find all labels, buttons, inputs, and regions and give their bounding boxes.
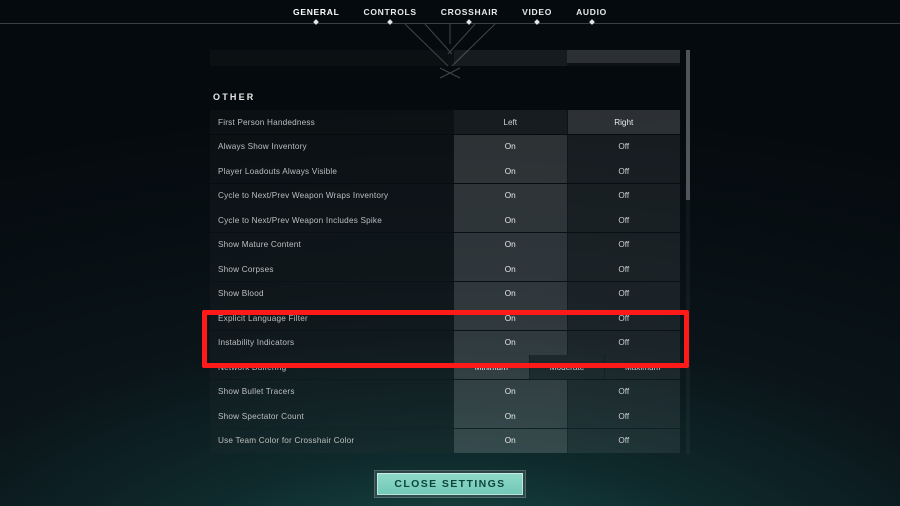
setting-option[interactable]: Off xyxy=(568,135,681,159)
settings-row: Show Bullet TracersOnOff xyxy=(210,380,680,404)
settings-row: First Person HandednessLeftRight xyxy=(210,110,680,134)
settings-row: Player Loadouts Always VisibleOnOff xyxy=(210,159,680,183)
setting-option[interactable]: On xyxy=(454,233,567,257)
setting-option[interactable]: Off xyxy=(568,159,681,183)
setting-option[interactable]: On xyxy=(454,208,567,232)
setting-option[interactable]: Off xyxy=(568,257,681,281)
setting-option[interactable]: On xyxy=(454,159,567,183)
setting-option[interactable]: Off xyxy=(568,404,681,428)
setting-option[interactable]: Off xyxy=(568,429,681,453)
setting-option[interactable]: Off xyxy=(568,233,681,257)
setting-option[interactable]: Off xyxy=(568,380,681,404)
setting-option[interactable]: On xyxy=(454,380,567,404)
settings-row: Network BufferingMinimumModerateMaximum xyxy=(210,355,680,379)
setting-label: Show Corpses xyxy=(210,257,454,281)
setting-option[interactable] xyxy=(454,50,567,66)
setting-label: Explicit Language Filter xyxy=(210,306,454,330)
setting-label: Use Team Color for Crosshair Color xyxy=(210,429,454,453)
setting-option[interactable]: Right xyxy=(568,110,681,134)
settings-row: Instability IndicatorsOnOff xyxy=(210,331,680,355)
setting-option[interactable] xyxy=(567,50,680,63)
settings-row: Show Spectator CountOnOff xyxy=(210,404,680,428)
setting-option[interactable]: Off xyxy=(568,331,681,355)
setting-label: Network Buffering xyxy=(210,355,454,379)
setting-label: Cycle to Next/Prev Weapon Includes Spike xyxy=(210,208,454,232)
setting-option[interactable]: On xyxy=(454,429,567,453)
settings-row: Use Team Color for Crosshair ColorOnOff xyxy=(210,429,680,453)
settings-row-partial xyxy=(210,50,680,66)
setting-option[interactable]: Left xyxy=(454,110,567,134)
setting-option[interactable]: Minimum xyxy=(454,355,529,379)
setting-option[interactable]: On xyxy=(454,306,567,330)
tab-crosshair[interactable]: CROSSHAIR xyxy=(441,7,498,17)
settings-tabbar: GENERAL CONTROLS CROSSHAIR VIDEO AUDIO xyxy=(0,0,900,24)
tab-general[interactable]: GENERAL xyxy=(293,7,339,17)
setting-option[interactable]: Off xyxy=(568,306,681,330)
close-settings-button[interactable]: CLOSE SETTINGS xyxy=(377,473,523,495)
tab-audio[interactable]: AUDIO xyxy=(576,7,607,17)
setting-option[interactable]: Off xyxy=(568,282,681,306)
settings-row: Cycle to Next/Prev Weapon Wraps Inventor… xyxy=(210,184,680,208)
settings-row: Explicit Language FilterOnOff xyxy=(210,306,680,330)
setting-option[interactable]: Off xyxy=(568,184,681,208)
setting-label: First Person Handedness xyxy=(210,110,454,134)
tab-controls[interactable]: CONTROLS xyxy=(364,7,417,17)
setting-option[interactable]: Maximum xyxy=(605,355,680,379)
close-settings-frame: CLOSE SETTINGS xyxy=(374,470,526,498)
setting-option[interactable]: On xyxy=(454,257,567,281)
setting-option[interactable]: On xyxy=(454,135,567,159)
setting-label: Cycle to Next/Prev Weapon Wraps Inventor… xyxy=(210,184,454,208)
settings-row: Show CorpsesOnOff xyxy=(210,257,680,281)
tab-video[interactable]: VIDEO xyxy=(522,7,552,17)
setting-option[interactable]: Moderate xyxy=(530,355,605,379)
setting-option[interactable]: Off xyxy=(568,208,681,232)
setting-option[interactable]: On xyxy=(454,184,567,208)
setting-label: Instability Indicators xyxy=(210,331,454,355)
setting-label: Show Bullet Tracers xyxy=(210,380,454,404)
setting-label: Show Mature Content xyxy=(210,233,454,257)
settings-row: Show BloodOnOff xyxy=(210,282,680,306)
setting-option[interactable]: On xyxy=(454,404,567,428)
setting-label: Show Blood xyxy=(210,282,454,306)
settings-scroll-area[interactable]: OTHER First Person HandednessLeftRightAl… xyxy=(210,50,680,454)
scrollbar-thumb[interactable] xyxy=(686,50,690,200)
setting-label: Always Show Inventory xyxy=(210,135,454,159)
setting-label: Player Loadouts Always Visible xyxy=(210,159,454,183)
settings-row: Show Mature ContentOnOff xyxy=(210,233,680,257)
settings-row: Cycle to Next/Prev Weapon Includes Spike… xyxy=(210,208,680,232)
setting-option[interactable]: On xyxy=(454,331,567,355)
scrollbar-track[interactable] xyxy=(686,50,690,454)
section-header-other: OTHER xyxy=(210,92,680,106)
setting-option[interactable]: On xyxy=(454,282,567,306)
setting-label xyxy=(210,50,454,66)
settings-row: Always Show InventoryOnOff xyxy=(210,135,680,159)
setting-label: Show Spectator Count xyxy=(210,404,454,428)
